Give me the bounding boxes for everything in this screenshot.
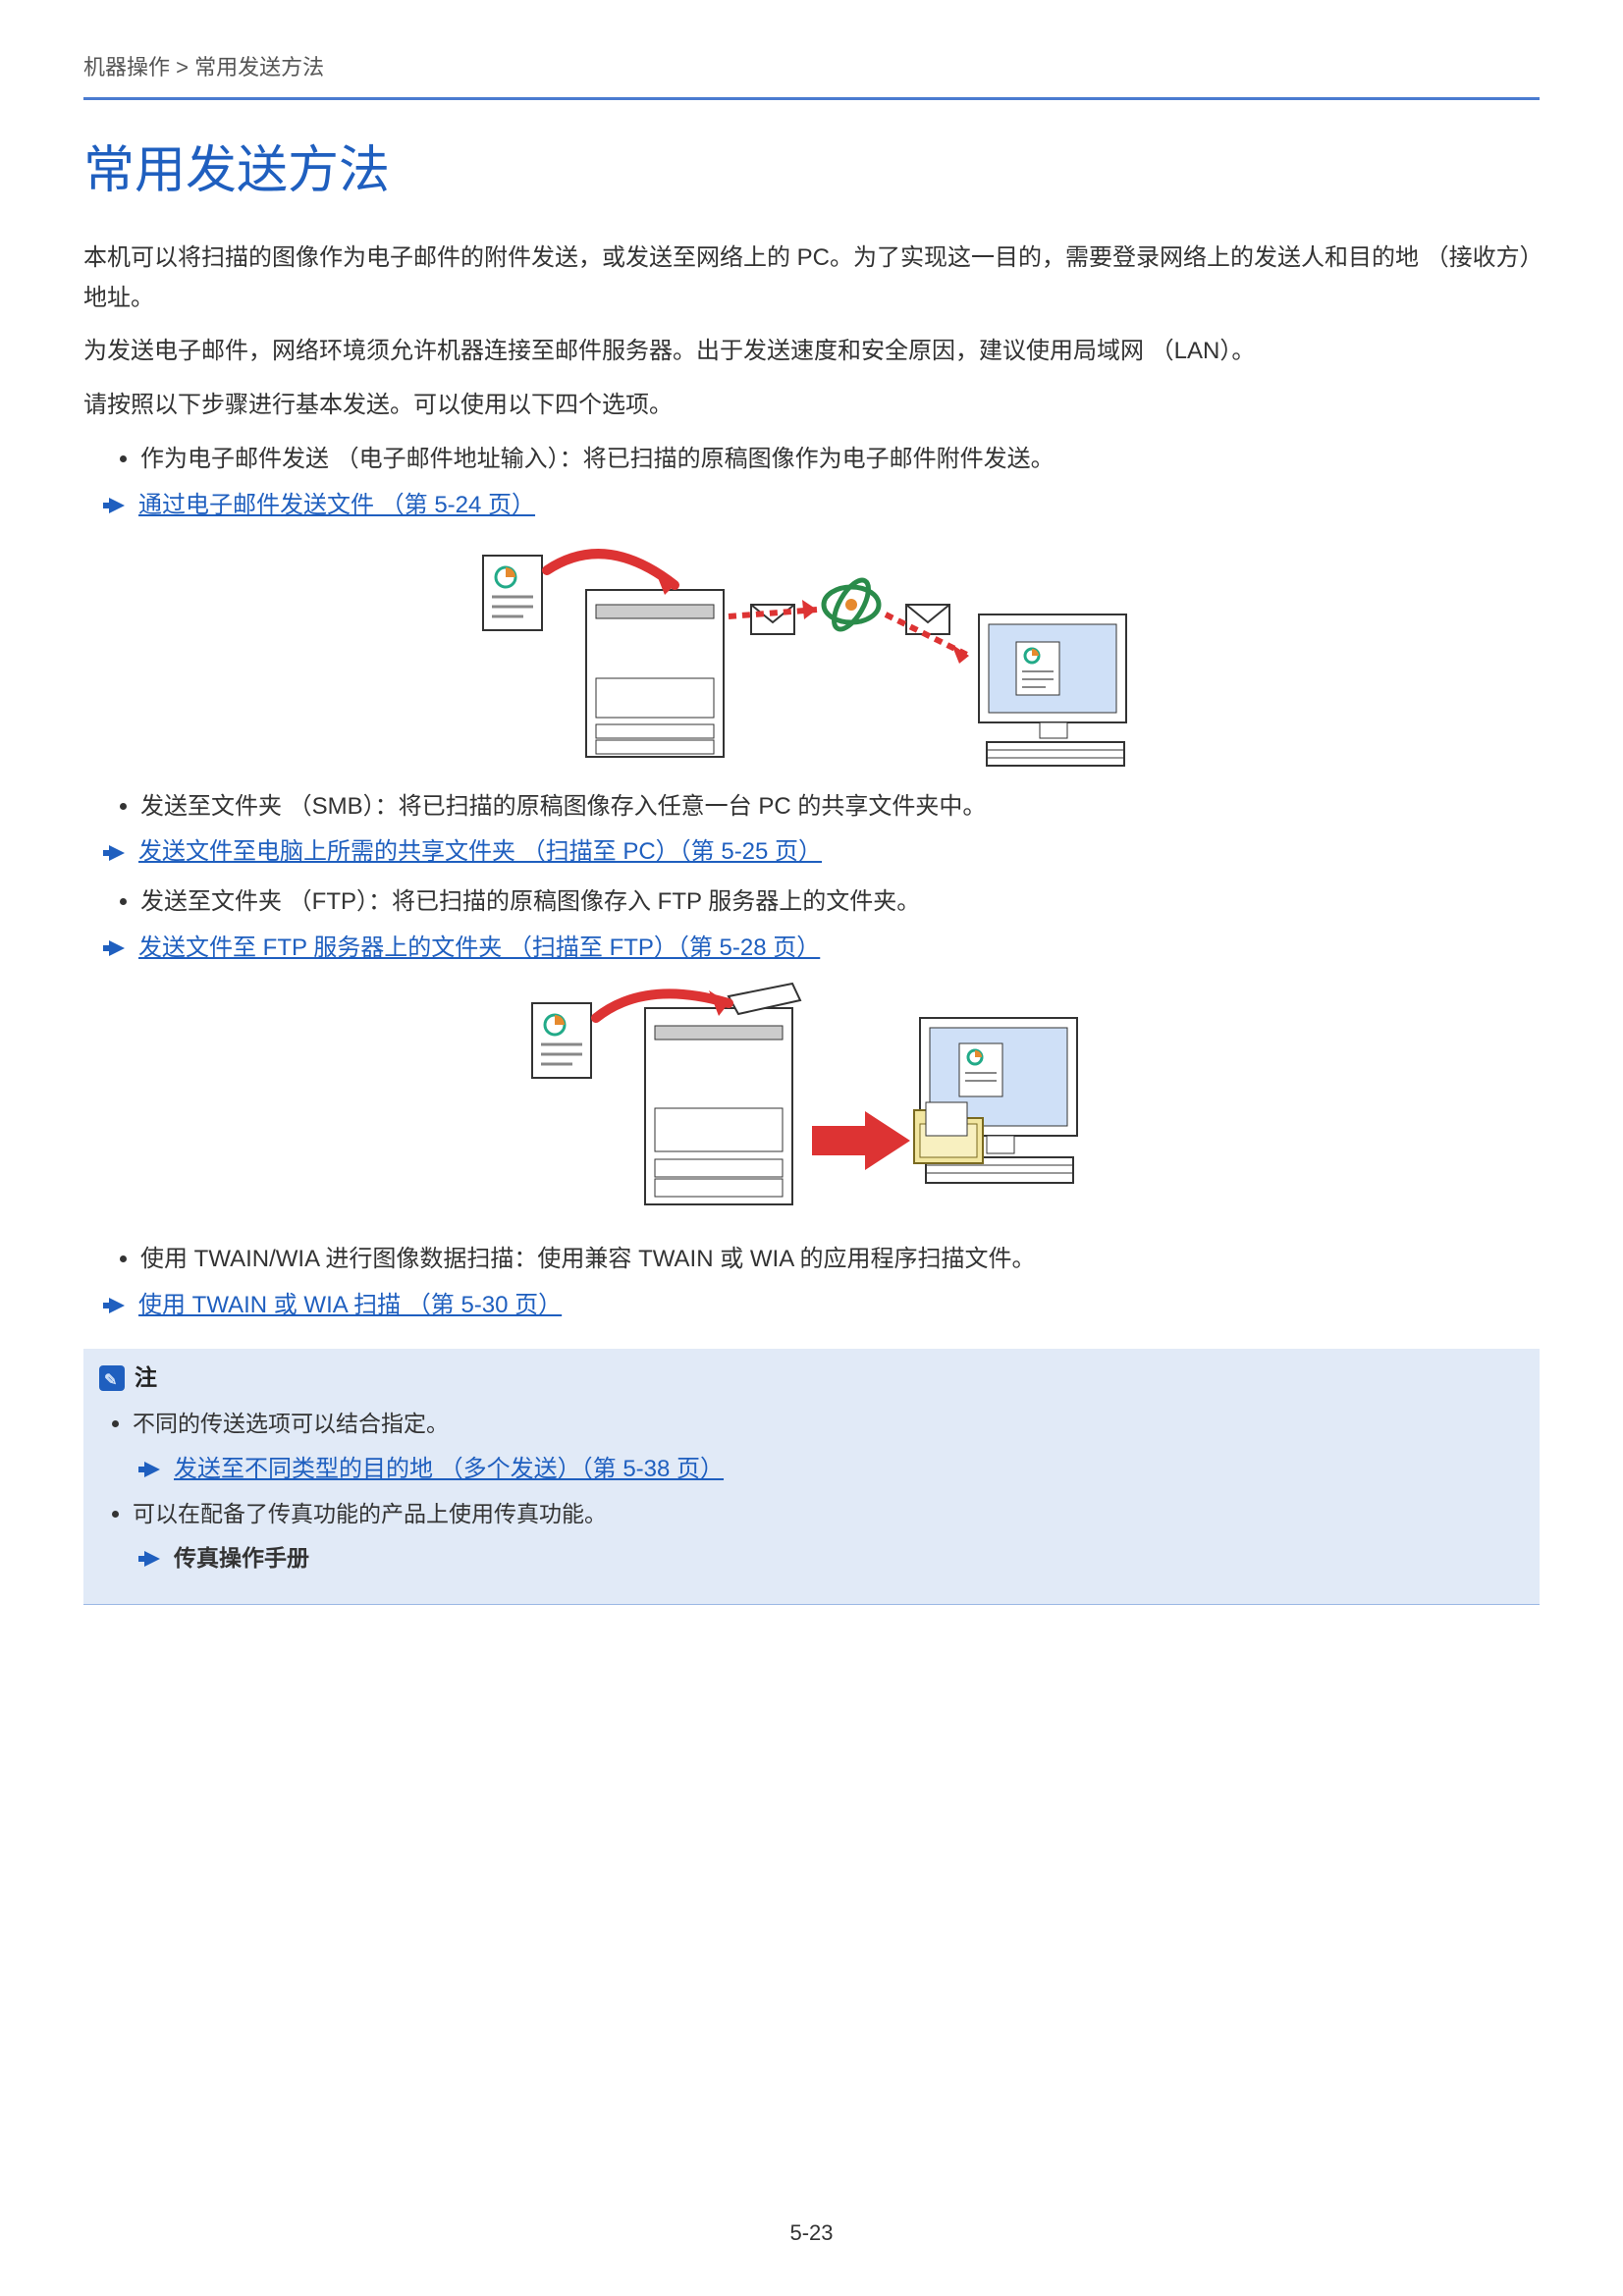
arrow-icon — [109, 940, 125, 956]
fax-manual-label: 传真操作手册 — [174, 1539, 309, 1577]
arrow-icon — [109, 1298, 125, 1313]
paragraph-intro-1: 本机可以将扫描的图像作为电子邮件的附件发送，或发送至网络上的 PC。为了实现这一… — [83, 239, 1540, 319]
note-icon — [99, 1365, 125, 1391]
note-item-fax: 可以在配备了传真功能的产品上使用传真功能。 — [133, 1495, 1524, 1533]
note-item-combine: 不同的传送选项可以结合指定。 — [133, 1405, 1524, 1443]
link-twain-scan[interactable]: 使用 TWAIN 或 WIA 扫描 （第 5-30 页） — [138, 1286, 562, 1326]
header-rule — [83, 97, 1540, 100]
paragraph-intro-2: 为发送电子邮件，网络环境须允许机器连接至邮件服务器。出于发送速度和安全原因，建议… — [83, 332, 1540, 372]
bullet-email-send: 作为电子邮件发送 （电子邮件地址输入）：将已扫描的原稿图像作为电子邮件附件发送。 — [140, 440, 1540, 480]
breadcrumb: 机器操作 > 常用发送方法 — [83, 49, 1540, 85]
arrow-icon — [144, 1462, 160, 1477]
paragraph-intro-3: 请按照以下步骤进行基本发送。可以使用以下四个选项。 — [83, 386, 1540, 426]
diagram-folder-send — [527, 979, 1097, 1234]
diagram-email-send — [478, 536, 1146, 781]
bullet-ftp-send: 发送至文件夹 （FTP）：将已扫描的原稿图像存入 FTP 服务器上的文件夹。 — [140, 882, 1540, 923]
arrow-icon — [144, 1551, 160, 1567]
bullet-twain-scan: 使用 TWAIN/WIA 进行图像数据扫描：使用兼容 TWAIN 或 WIA 的… — [140, 1240, 1540, 1280]
arrow-icon — [109, 498, 125, 513]
page-number: 5-23 — [0, 2215, 1623, 2251]
note-box: 注 不同的传送选项可以结合指定。 发送至不同类型的目的地 （多个发送）（第 5-… — [83, 1349, 1540, 1604]
page-title: 常用发送方法 — [83, 128, 1540, 214]
arrow-icon — [109, 845, 125, 861]
bullet-smb-send: 发送至文件夹 （SMB）：将已扫描的原稿图像存入任意一台 PC 的共享文件夹中。 — [140, 787, 1540, 828]
link-smb-send[interactable]: 发送文件至电脑上所需的共享文件夹 （扫描至 PC）（第 5-25 页） — [138, 832, 822, 873]
link-email-send[interactable]: 通过电子邮件发送文件 （第 5-24 页） — [138, 486, 535, 526]
link-ftp-send[interactable]: 发送文件至 FTP 服务器上的文件夹 （扫描至 FTP）（第 5-28 页） — [138, 929, 820, 969]
link-multi-send[interactable]: 发送至不同类型的目的地 （多个发送）（第 5-38 页） — [174, 1450, 724, 1490]
note-label: 注 — [135, 1359, 157, 1397]
